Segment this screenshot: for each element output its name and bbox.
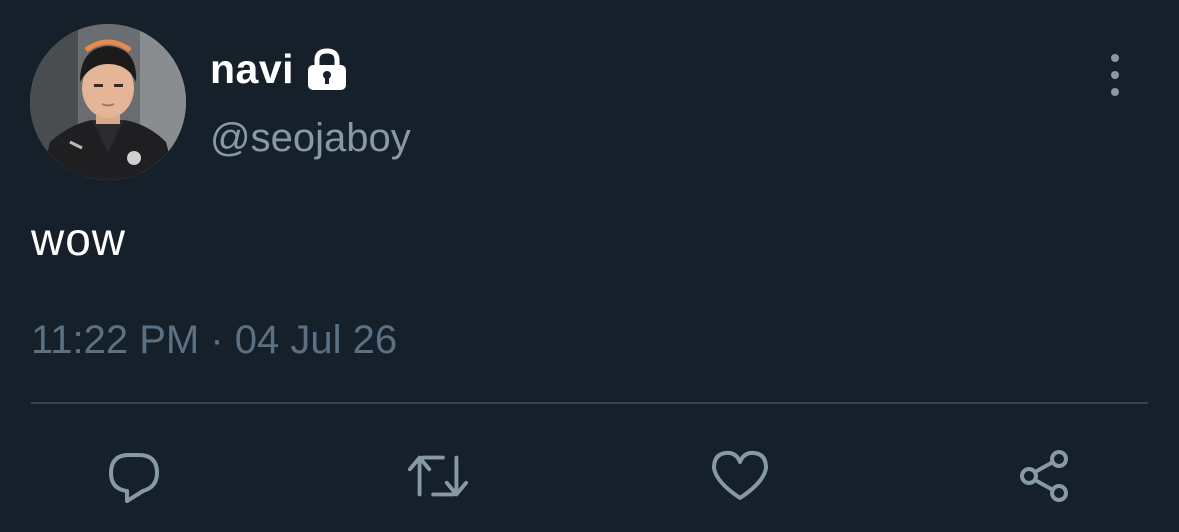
reply-icon (109, 453, 159, 503)
retweet-button[interactable] (406, 444, 470, 508)
heart-icon (712, 450, 768, 500)
tweet-text: wow (31, 213, 127, 265)
more-vertical-icon-dot (1111, 71, 1119, 79)
reply-button[interactable] (102, 444, 166, 508)
display-name[interactable]: navi (210, 46, 294, 93)
tweet-detail: navi @seojaboy wow 11:22 PM · 04 Jul 26 (0, 0, 1179, 532)
like-button[interactable] (708, 444, 772, 508)
share-icon (1020, 450, 1068, 502)
more-vertical-icon (1111, 54, 1119, 62)
more-vertical-icon-dot (1111, 88, 1119, 96)
share-button[interactable] (1012, 444, 1076, 508)
retweet-icon (407, 455, 469, 497)
divider (31, 402, 1148, 404)
author-name-row[interactable]: navi (210, 44, 350, 94)
avatar-image (30, 24, 186, 180)
user-handle[interactable]: @seojaboy (210, 116, 411, 161)
tweet-timestamp[interactable]: 11:22 PM · 04 Jul 26 (31, 318, 397, 363)
more-options-button[interactable] (1096, 50, 1134, 100)
avatar[interactable] (30, 24, 186, 180)
lock-icon (304, 46, 350, 92)
